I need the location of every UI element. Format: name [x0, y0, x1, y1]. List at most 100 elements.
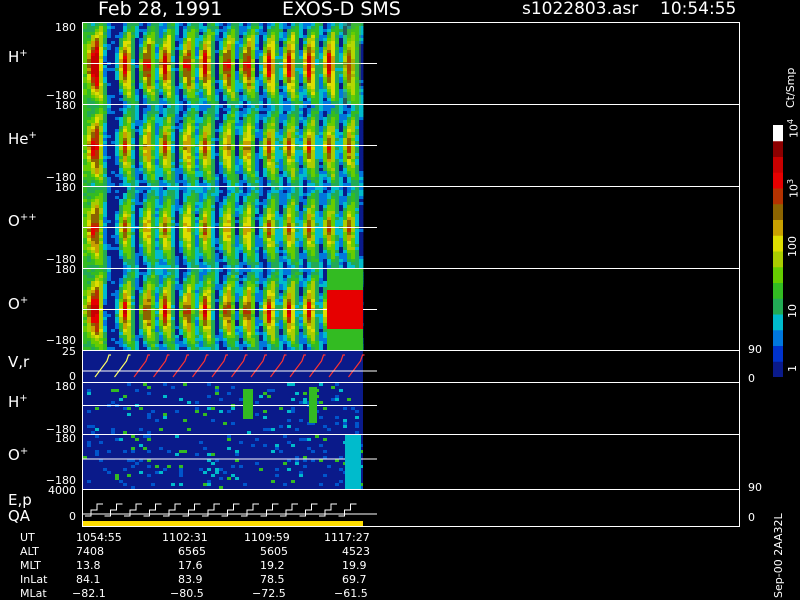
heatmap-cell	[107, 150, 112, 154]
heatmap-cell	[207, 187, 212, 191]
heatmap-cell	[91, 129, 96, 133]
heatmap-cell	[171, 259, 176, 263]
heatmap-cell	[299, 129, 304, 133]
heatmap-cell	[199, 153, 204, 157]
heatmap-cell	[207, 105, 212, 109]
heatmap-cell	[123, 147, 128, 151]
heatmap-cell	[311, 114, 316, 118]
heatmap-cell	[167, 44, 172, 48]
heatmap-cell	[103, 35, 108, 39]
heatmap-cell	[243, 199, 248, 203]
heatmap-cell	[207, 71, 212, 75]
heatmap-cell	[223, 105, 228, 109]
heatmap-cell	[195, 220, 200, 224]
panel-label-qa: QA	[8, 507, 31, 525]
heatmap-cell	[231, 208, 236, 212]
heatmap-cell	[143, 259, 148, 263]
heatmap-cell	[227, 38, 232, 42]
heatmap-cell	[183, 187, 188, 191]
heatmap-cell	[287, 111, 292, 115]
heatmap-cell	[183, 47, 188, 51]
heatmap-cell	[291, 47, 296, 51]
heatmap-cell	[163, 98, 168, 102]
heatmap-cell	[355, 162, 360, 166]
heatmap-cell	[287, 141, 292, 145]
heatmap-cell	[95, 59, 100, 63]
heatmap-cell	[115, 47, 120, 51]
heatmap-cell	[215, 217, 220, 221]
heatmap-cell	[143, 135, 148, 139]
heatmap-cell	[231, 190, 236, 194]
heatmap-cell	[259, 156, 264, 160]
heatmap-cell	[103, 47, 108, 51]
heatmap-cell	[303, 159, 308, 163]
heatmap-cell	[211, 180, 216, 184]
heatmap-cell	[215, 202, 220, 206]
heatmap-cell	[127, 41, 132, 45]
heatmap-cell	[103, 262, 108, 266]
heatmap-cell	[295, 114, 300, 118]
heatmap-cell	[223, 229, 228, 233]
heatmap-cell	[323, 32, 328, 36]
heatmap-cell	[295, 74, 300, 78]
heatmap-cell	[291, 50, 296, 54]
heatmap-cell	[171, 123, 176, 127]
heatmap-cell	[199, 220, 204, 224]
heatmap-cell	[135, 98, 140, 102]
heatmap-cell	[331, 108, 336, 112]
heatmap-cell	[163, 86, 168, 90]
heatmap-cell	[283, 111, 288, 115]
heatmap-cell	[99, 65, 104, 69]
heatmap-cell	[111, 83, 116, 87]
heatmap-cell	[251, 77, 256, 81]
heatmap-cell	[195, 159, 200, 163]
heatmap-cell	[327, 92, 332, 96]
heatmap-cell	[231, 132, 236, 136]
heatmap-cell	[95, 190, 100, 194]
heatmap-cell	[171, 247, 176, 251]
heatmap-cell	[211, 259, 216, 263]
heatmap-cell	[151, 138, 156, 142]
heatmap-cell	[191, 196, 196, 200]
heatmap-cell	[335, 89, 340, 93]
heatmap-cell	[151, 135, 156, 139]
heatmap-cell	[335, 74, 340, 78]
heatmap-cell	[159, 44, 164, 48]
heatmap-cell	[139, 229, 144, 233]
heatmap-cell	[119, 65, 124, 69]
heatmap-cell	[295, 68, 300, 72]
heatmap-cell	[131, 108, 136, 112]
heatmap-cell	[139, 95, 144, 99]
heatmap-cell	[91, 244, 96, 248]
heatmap-cell	[115, 223, 120, 227]
heatmap-cell	[103, 220, 108, 224]
heatmap-cell	[95, 38, 100, 42]
heatmap-cell	[95, 217, 100, 221]
heatmap-cell	[215, 95, 220, 99]
heatmap-cell	[307, 77, 312, 81]
heatmap-cell	[95, 165, 100, 169]
heatmap-cell	[247, 156, 252, 160]
heatmap-cell	[119, 205, 124, 209]
heatmap-cell	[339, 147, 344, 151]
heatmap-cell	[195, 120, 200, 124]
heatmap-cell	[87, 168, 92, 172]
heatmap-cell	[343, 129, 348, 133]
heatmap-cell	[91, 23, 96, 27]
heatmap-cell	[107, 138, 112, 142]
heatmap-cell	[147, 156, 152, 160]
heatmap-cell	[115, 199, 120, 203]
heatmap-cell	[339, 71, 344, 75]
heatmap-cell	[323, 53, 328, 57]
heatmap-cell	[187, 187, 192, 191]
heatmap-cell	[187, 147, 192, 151]
heatmap-cell	[323, 168, 328, 172]
heatmap-cell	[135, 50, 140, 54]
heatmap-cell	[251, 156, 256, 160]
heatmap-cell	[199, 259, 204, 263]
heatmap-cell	[115, 95, 120, 99]
heatmap-cell	[223, 180, 228, 184]
heatmap-cell	[359, 132, 364, 136]
heatmap-cell	[187, 232, 192, 236]
heatmap-cell	[155, 47, 160, 51]
